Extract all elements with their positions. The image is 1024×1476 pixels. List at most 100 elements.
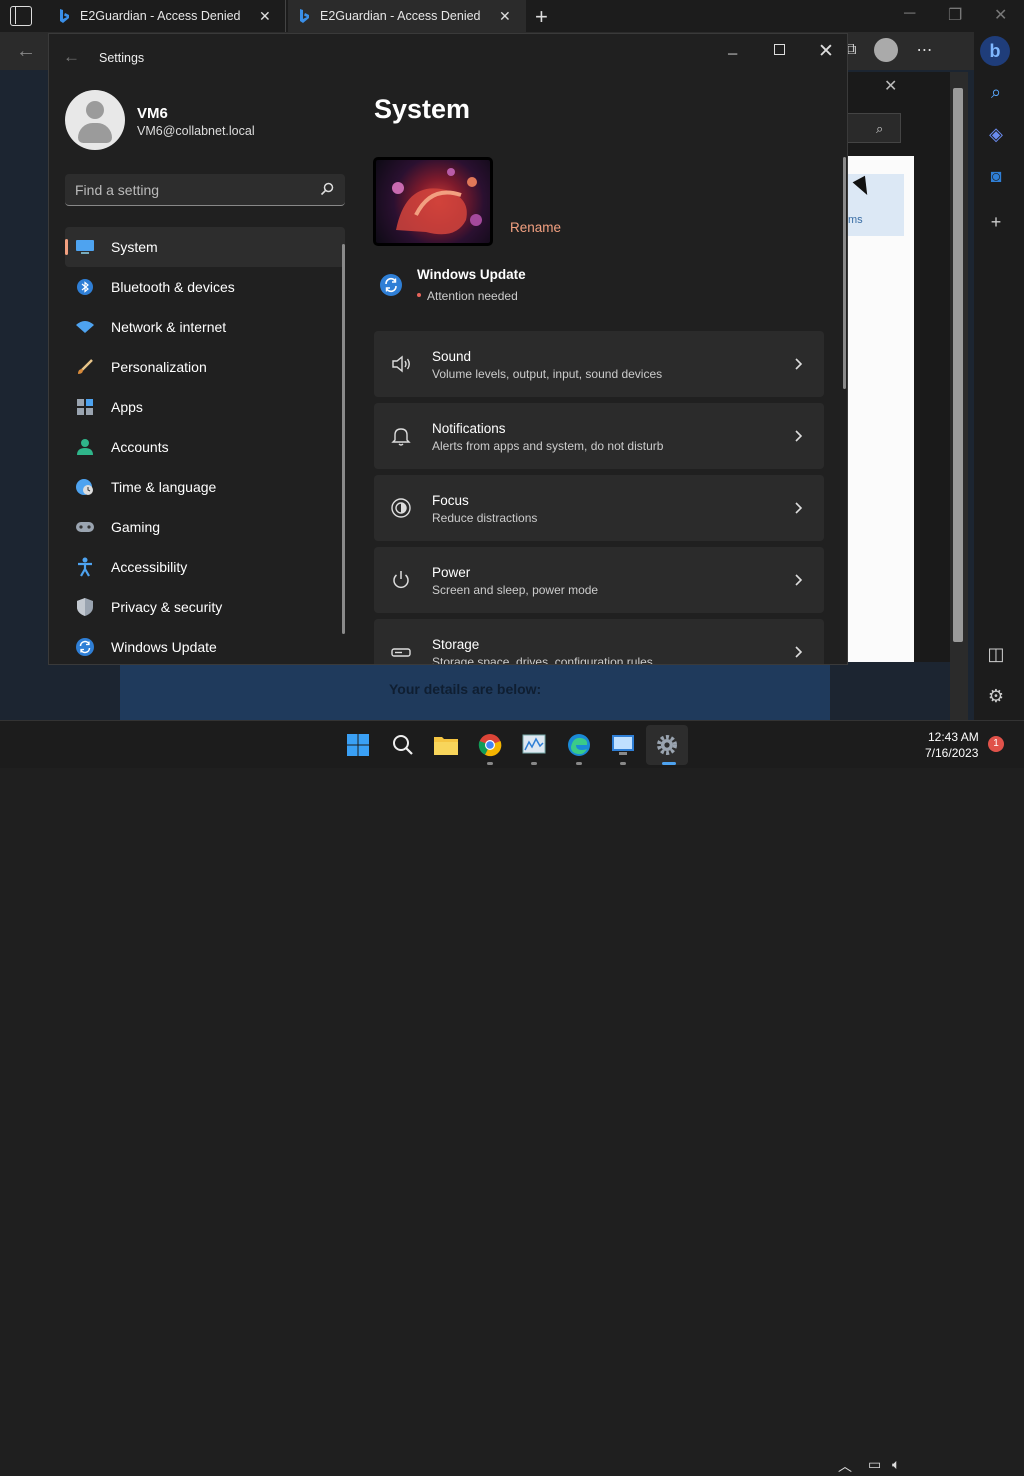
card-storage[interactable]: Storage Storage space, drives, configura… [374, 619, 824, 665]
card-notifications[interactable]: Notifications Alerts from apps and syste… [374, 403, 824, 469]
new-tab-button[interactable]: + [535, 4, 548, 30]
chrome-running-indicator [487, 762, 493, 765]
sidebar-panel-icon[interactable]: ◫ [984, 642, 1008, 666]
nav-label: Gaming [111, 519, 161, 535]
card-desc: Reduce distractions [432, 511, 538, 525]
rename-link[interactable]: Rename [510, 220, 561, 235]
profile-avatar[interactable] [874, 38, 899, 62]
settings-titlebar: ← Settings ─ ✕ [49, 34, 847, 82]
shield-icon [75, 597, 95, 617]
browser-toolbar-actions: ⧉ ⋯ [845, 38, 932, 62]
sidebar-copilot-icon[interactable]: ◈ [984, 122, 1008, 146]
settings-active-indicator [662, 762, 676, 765]
more-options-icon[interactable]: ⋯ [916, 40, 932, 60]
nav-item-privacy[interactable]: Privacy & security [65, 587, 345, 627]
nav-item-personalization[interactable]: Personalization [65, 347, 345, 387]
nav-scrollbar[interactable] [342, 244, 345, 634]
page-footer-text: Your details are below: [389, 681, 542, 697]
find-setting-field[interactable] [65, 174, 345, 206]
browser-restore-icon[interactable]: ❐ [948, 5, 962, 25]
tab-title: E2Guardian - Access Denied [80, 9, 241, 23]
side-panel-search-icon: ⌕ [876, 121, 884, 136]
search-icon[interactable] [319, 181, 335, 197]
monitor-running-indicator [531, 762, 537, 765]
person-icon [75, 437, 95, 457]
user-name: VM6 [137, 105, 168, 122]
bell-icon [391, 428, 411, 446]
browser-scrollbar-thumb[interactable] [953, 88, 963, 642]
nav-item-accounts[interactable]: Accounts [65, 427, 345, 467]
resource-monitor-icon[interactable] [520, 731, 548, 759]
settings-minimize-icon[interactable]: ─ [728, 46, 737, 61]
user-avatar[interactable] [65, 90, 125, 150]
browser-back-icon[interactable]: ← [16, 40, 36, 63]
nav-item-accessibility[interactable]: Accessibility [65, 547, 345, 587]
remote-desktop-icon[interactable] [609, 731, 637, 759]
start-icon[interactable] [344, 731, 372, 759]
browser-tab[interactable]: E2Guardian - Access Denied ✕ [48, 0, 286, 32]
card-power[interactable]: Power Screen and sleep, power mode [374, 547, 824, 613]
taskbar: ︿ ▭ 🔈︎ [0, 720, 1024, 1474]
windows-update-status: Attention needed [427, 289, 518, 303]
desktop-wallpaper-thumbnail[interactable] [373, 157, 493, 246]
tab-actions-icon[interactable] [10, 6, 32, 26]
windows-update-status-icon [380, 274, 402, 296]
side-panel-close-icon[interactable]: ✕ [884, 76, 897, 96]
sidebar-add-icon[interactable]: + [984, 210, 1008, 234]
card-desc: Volume levels, output, input, sound devi… [432, 367, 663, 381]
tab-close-icon[interactable]: ✕ [499, 8, 511, 25]
tab-close-icon[interactable]: ✕ [259, 8, 271, 25]
settings-back-icon[interactable]: ← [63, 47, 80, 67]
taskbar-search-icon[interactable] [389, 731, 417, 759]
browser-tab-active[interactable]: E2Guardian - Access Denied ✕ [288, 0, 526, 32]
card-focus[interactable]: Focus Reduce distractions [374, 475, 824, 541]
tab-title: E2Guardian - Access Denied [320, 9, 481, 23]
nav-label: Accounts [111, 439, 169, 455]
chevron-right-icon [795, 502, 803, 514]
browser-close-icon[interactable]: ✕ [994, 5, 1007, 25]
accessibility-icon [75, 557, 95, 577]
nav-item-system[interactable]: System [65, 227, 345, 267]
clock-date[interactable]: 7/16/2023 [925, 746, 978, 760]
settings-maximize-icon[interactable] [774, 44, 785, 55]
nav-label: Windows Update [111, 639, 217, 655]
card-desc: Storage space, drives, configuration rul… [432, 655, 653, 665]
card-title: Focus [432, 493, 469, 508]
network-icon[interactable]: ▭ [868, 1456, 881, 1473]
sidebar-settings-icon[interactable]: ⚙ [984, 684, 1008, 708]
clock-time[interactable]: 12:43 AM [928, 730, 979, 744]
bing-chat-icon[interactable]: b [980, 36, 1010, 66]
nav-item-bluetooth[interactable]: Bluetooth & devices [65, 267, 345, 307]
nav-label: Personalization [111, 359, 207, 375]
sidebar-search-icon[interactable]: ⌕ [984, 80, 1008, 104]
card-sound[interactable]: Sound Volume levels, output, input, soun… [374, 331, 824, 397]
browser-minimize-icon[interactable]: ─ [904, 5, 915, 23]
windows-update-link[interactable]: Windows Update [417, 267, 526, 282]
sidebar-outlook-icon[interactable]: ◙ [984, 164, 1008, 188]
settings-close-icon[interactable]: ✕ [818, 40, 834, 63]
show-hidden-icons-chevron-icon[interactable]: ︿ [838, 1456, 852, 1476]
chrome-icon[interactable] [476, 731, 504, 759]
nav-item-time-language[interactable]: Time & language [65, 467, 345, 507]
content-scrollbar[interactable] [843, 157, 846, 389]
volume-icon[interactable]: 🔈︎ [892, 1456, 900, 1473]
file-explorer-icon[interactable] [432, 731, 460, 759]
brush-icon [75, 357, 95, 377]
chevron-right-icon [795, 646, 803, 658]
page-title: System [374, 94, 471, 124]
nav-label: Bluetooth & devices [111, 279, 235, 295]
edge-icon[interactable] [565, 731, 593, 759]
nav-item-network[interactable]: Network & internet [65, 307, 345, 347]
side-panel-search[interactable] [848, 113, 901, 143]
storage-icon [391, 648, 411, 657]
nav-item-gaming[interactable]: Gaming [65, 507, 345, 547]
search-input[interactable] [75, 180, 315, 200]
bing-favicon-icon [60, 9, 69, 23]
globe-clock-icon [75, 477, 95, 497]
settings-gear-icon[interactable] [653, 731, 681, 759]
notification-badge[interactable]: 1 [988, 736, 1004, 752]
nav-item-windows-update[interactable]: Windows Update [65, 627, 345, 664]
nav-item-apps[interactable]: Apps [65, 387, 345, 427]
attention-dot-icon [417, 293, 421, 297]
edge-running-indicator [576, 762, 582, 765]
